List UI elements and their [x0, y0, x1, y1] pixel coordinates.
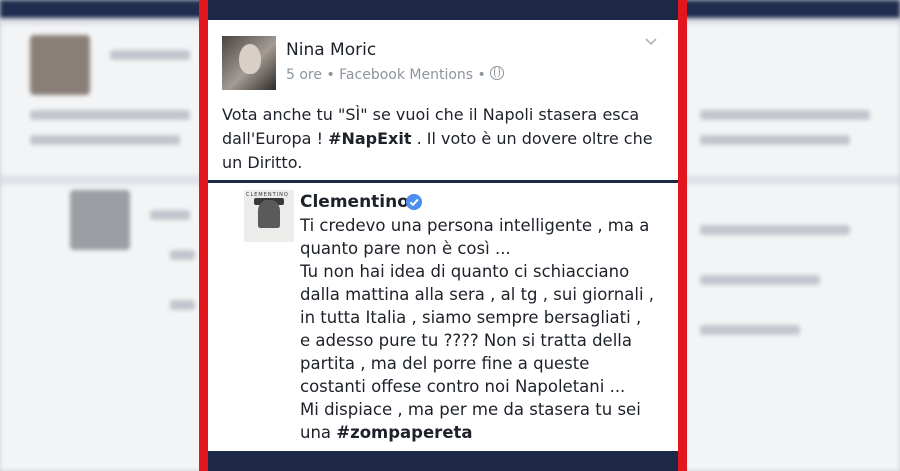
author-avatar[interactable] [222, 36, 276, 90]
background-line [30, 110, 190, 120]
post-text: Vota anche tu "SÌ" se vuoi che il Napoli… [222, 105, 653, 172]
background-line [700, 225, 850, 235]
background-line [170, 300, 195, 310]
author-name[interactable]: Nina Moric [286, 40, 376, 60]
meta-separator: • [477, 67, 486, 83]
bottom-navbar [208, 451, 678, 471]
comment-line: una #zompapereta [300, 423, 473, 442]
background-line [30, 135, 180, 145]
comment-line: Ti credevo una persona intelligente , ma… [300, 216, 650, 235]
comment-line: in tutta Italia , siamo sempre bersaglia… [300, 308, 642, 327]
comment-line: dalla mattina alla sera , al tg , sui gi… [300, 285, 655, 304]
post-meta: 5 ore • Facebook Mentions • [286, 66, 505, 83]
commenter-name[interactable]: Clementino [300, 192, 409, 212]
comment-line: partita , ma del porre fine a queste [300, 354, 590, 373]
divider [208, 180, 678, 183]
background-avatar [30, 35, 90, 95]
hashtag-link[interactable]: #NapExit [328, 129, 411, 148]
globe-icon [490, 66, 505, 80]
commenter-avatar[interactable]: CLEMENTINO [244, 190, 294, 242]
comment-text: Ti credevo una persona intelligente , ma… [300, 214, 672, 444]
post-time[interactable]: 5 ore [286, 67, 322, 83]
background-line [700, 275, 820, 285]
background-line [700, 135, 850, 145]
top-navbar [208, 0, 678, 20]
meta-separator: • [326, 67, 335, 83]
comment-line: e adesso pure tu ???? Non si tratta dell… [300, 331, 632, 350]
background-line [110, 50, 190, 60]
background-line [170, 250, 195, 260]
facebook-post: Nina Moric 5 ore • Facebook Mentions • V… [208, 20, 678, 180]
comment-line: costanti offese contro noi Napoletani ..… [300, 377, 626, 396]
chevron-down-icon[interactable] [645, 36, 657, 48]
comment-line: quanto pare non è così ... [300, 239, 511, 258]
verified-badge-icon [406, 194, 422, 210]
background-avatar [70, 190, 130, 250]
comment-line: Tu non hai idea di quanto ci schiacciano [300, 262, 630, 281]
post-via[interactable]: Facebook Mentions [339, 67, 473, 83]
background-line [150, 210, 190, 220]
comment-line: Mi dispiace , ma per me da stasera tu se… [300, 400, 641, 419]
hashtag-link[interactable]: #zompapereta [336, 423, 472, 442]
background-line [700, 325, 800, 335]
background-line [700, 110, 870, 120]
screenshot-panel: Nina Moric 5 ore • Facebook Mentions • V… [208, 0, 678, 471]
